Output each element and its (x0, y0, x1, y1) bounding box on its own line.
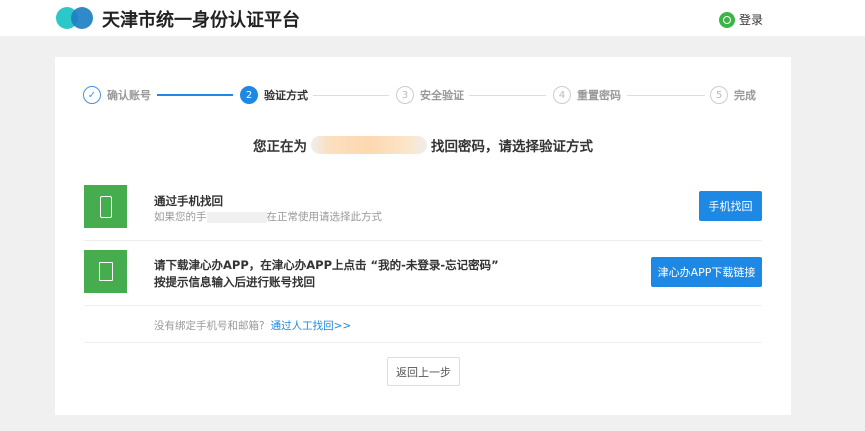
step-number: 2 (240, 86, 258, 104)
step-5: 5 完成 (710, 86, 756, 104)
masked-phone (206, 211, 267, 223)
back-button[interactable]: 返回上一步 (387, 357, 460, 386)
option-title-line2: 按提示信息输入后进行账号找回 (154, 275, 315, 289)
divider (84, 305, 762, 306)
divider (84, 342, 762, 343)
user-icon (719, 11, 735, 28)
heading-prefix: 您正在为 (253, 139, 307, 155)
step-label: 重置密码 (577, 89, 621, 102)
step-3: 3 安全验证 (396, 86, 464, 104)
option-phone: 通过手机找回 如果您的手 在正常使用请选择此方式 手机找回 (84, 185, 762, 229)
option-subtitle: 如果您的手 在正常使用请选择此方式 (154, 209, 382, 224)
masked-account (311, 136, 427, 154)
step-number: 5 (710, 86, 728, 104)
step-label: 完成 (734, 89, 756, 102)
subtitle-prefix: 如果您的手 (154, 211, 207, 223)
step-number: 3 (396, 86, 414, 104)
login-button[interactable]: 登录 (719, 11, 763, 28)
manual-recovery-hint: 没有绑定手机号和邮箱? 通过人工找回>> (154, 318, 351, 333)
heading-suffix: 找回密码，请选择验证方式 (431, 139, 593, 155)
subtitle-suffix: 在正常使用请选择此方式 (266, 211, 383, 223)
step-label: 确认账号 (107, 89, 151, 102)
site-title: 天津市统一身份认证平台 (102, 10, 300, 31)
recovery-card: ✓ 确认账号 2 验证方式 3 安全验证 4 重置密码 5 完成 您正在为 找回密码，请选… (55, 57, 791, 415)
logo (56, 7, 96, 29)
option-title: 请下载津心办APP，在津心办APP上点击 “我的-未登录-忘记密码” (154, 258, 499, 272)
step-1: ✓ 确认账号 (83, 86, 151, 104)
step-2: 2 验证方式 (240, 86, 308, 104)
step-connector (313, 95, 389, 96)
step-label: 验证方式 (264, 89, 308, 102)
step-label: 安全验证 (420, 89, 464, 102)
option-title: 通过手机找回 (154, 194, 223, 208)
progress-steps: ✓ 确认账号 2 验证方式 3 安全验证 4 重置密码 5 完成 (83, 86, 763, 106)
login-label: 登录 (739, 13, 764, 27)
step-connector (627, 95, 705, 96)
step-connector (469, 95, 546, 96)
step-4: 4 重置密码 (553, 86, 621, 104)
manual-recovery-link[interactable]: 通过人工找回>> (271, 320, 352, 332)
app-download-button[interactable]: 津心办APP下载链接 (651, 257, 762, 287)
check-icon: ✓ (83, 86, 101, 104)
phone-recover-button[interactable]: 手机找回 (699, 191, 762, 221)
document-icon (84, 250, 127, 293)
option-app: 请下载津心办APP，在津心办APP上点击 “我的-未登录-忘记密码” 按提示信息… (84, 250, 762, 294)
phone-icon (84, 185, 127, 228)
header: 天津市统一身份认证平台 登录 (0, 0, 865, 36)
hint-text: 没有绑定手机号和邮箱? (154, 320, 265, 332)
page-heading: 您正在为 找回密码，请选择验证方式 (55, 135, 791, 155)
divider (84, 240, 762, 241)
step-number: 4 (553, 86, 571, 104)
step-connector (157, 94, 233, 96)
